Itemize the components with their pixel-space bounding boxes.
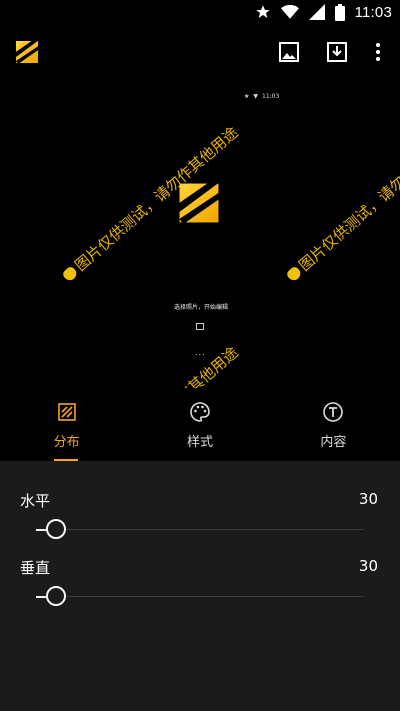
tab-label: 样式 bbox=[186, 435, 213, 450]
text-content-icon bbox=[321, 400, 345, 424]
signal-icon bbox=[308, 4, 325, 20]
image-preview: 图片仅供测试，请勿作其他用途 图片仅供测试，请勿作其他用途 图片仅供测试，请勿作… bbox=[0, 80, 400, 388]
slider-track bbox=[36, 529, 364, 530]
slider-track bbox=[36, 596, 364, 597]
slider-thumb[interactable] bbox=[46, 519, 66, 539]
preview-logo-icon bbox=[174, 178, 224, 226]
horizontal-value: 30 bbox=[358, 490, 378, 508]
slider-thumb[interactable] bbox=[46, 586, 66, 606]
distribution-icon bbox=[55, 400, 79, 424]
wifi-icon bbox=[280, 4, 299, 20]
more-vert-icon[interactable] bbox=[366, 40, 390, 64]
vertical-value: 30 bbox=[358, 557, 378, 575]
watermark-logo-icon bbox=[13, 38, 41, 65]
mini-wifi-icon: ▼ bbox=[253, 93, 259, 100]
tab-bar: 分布 样式 内容 bbox=[0, 388, 400, 461]
horizontal-slider[interactable] bbox=[36, 518, 364, 542]
watermark-text-2: 图片仅供测试，请勿作其他用途 bbox=[282, 122, 400, 286]
download-icon[interactable] bbox=[325, 40, 349, 64]
tab-label: 分布 bbox=[53, 435, 80, 450]
preview-more-icon: ... bbox=[195, 348, 206, 357]
tab-style[interactable]: 样式 bbox=[133, 388, 266, 461]
image-icon[interactable] bbox=[277, 40, 301, 64]
hand-icon bbox=[61, 265, 79, 283]
horizontal-label: 水平 bbox=[20, 492, 51, 510]
palette-icon bbox=[188, 400, 212, 424]
battery-icon bbox=[334, 3, 345, 21]
star-icon bbox=[255, 4, 271, 20]
settings-panel: 水平 30 垂直 30 bbox=[0, 461, 400, 711]
vertical-label: 垂直 bbox=[20, 559, 51, 577]
tab-label: 内容 bbox=[320, 435, 347, 450]
app-screen: 11:03 图片仅供测试，请勿作其他用途 图片仅供测试，请勿作其他用途 ★ ▼ … bbox=[0, 0, 400, 711]
tab-distribution[interactable]: 分布 bbox=[0, 388, 133, 461]
status-bar: 11:03 bbox=[0, 0, 400, 24]
preview-caption: 选择照片，开始编辑 bbox=[174, 304, 229, 311]
preview-image-icon bbox=[196, 323, 204, 330]
preview-status-bar: ★ ▼ 11:03 bbox=[244, 93, 279, 100]
watermark-text-3: 图片仅供测试，请勿作其他用途 bbox=[58, 342, 242, 388]
hand-icon bbox=[285, 265, 303, 283]
mini-time: 11:03 bbox=[262, 93, 280, 100]
tab-content[interactable]: 内容 bbox=[267, 388, 400, 461]
toolbar bbox=[0, 28, 400, 76]
watermark-text-4: 图片仅供测试，请勿作其他用途 bbox=[282, 342, 400, 388]
mini-star-icon: ★ bbox=[244, 93, 250, 100]
status-time: 11:03 bbox=[354, 3, 392, 21]
vertical-slider[interactable] bbox=[36, 585, 364, 609]
